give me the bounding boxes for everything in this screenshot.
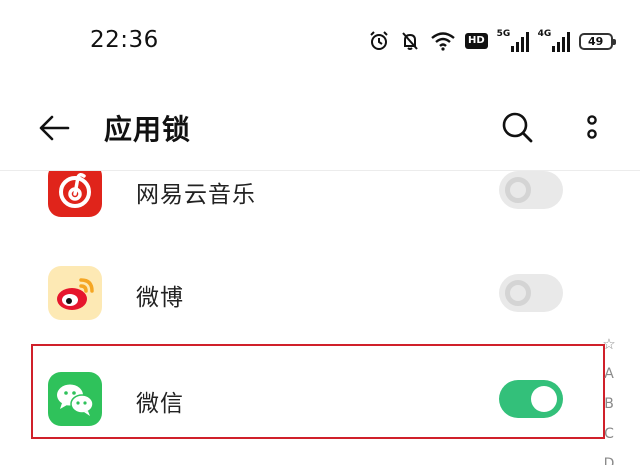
wechat-icon [48,372,102,426]
more-vertical-icon [587,115,597,139]
page-title: 应用锁 [104,113,192,146]
bell-muted-icon [399,30,421,52]
list-item-weibo[interactable]: 微博 [0,240,600,346]
status-icons: HD 5G 4G 49 [368,28,616,54]
alphabet-index[interactable]: ☆ A B C D [598,329,620,465]
list-item-netease-music[interactable]: 网易云音乐 [0,171,600,243]
status-time: 22:36 [90,27,159,53]
search-icon [502,112,533,143]
hd-voice-badge: HD [465,33,488,49]
signal-4g-label: 4G [537,29,552,39]
index-letter-a[interactable]: A [598,359,620,389]
back-arrow-icon [39,115,70,141]
toggle-knob [531,386,557,412]
toggle-knob [505,177,531,203]
app-list: 网易云音乐 微博 微信 [0,171,600,465]
lock-toggle[interactable] [499,274,563,312]
index-letter-d[interactable]: D [598,449,620,465]
weibo-icon [48,266,102,320]
toggle-knob [505,280,531,306]
alarm-clock-icon [368,30,390,52]
netease-music-icon [48,171,102,217]
lock-toggle[interactable] [499,380,563,418]
app-name: 微信 [136,391,184,417]
lock-toggle[interactable] [499,171,563,209]
battery-icon: 49 [578,32,616,50]
back-button[interactable] [36,108,76,148]
signal-5g-icon: 5G [496,29,529,52]
title-bar: 应用锁 [0,82,640,172]
list-item-wechat[interactable]: 微信 [0,346,600,452]
wifi-icon [430,31,456,51]
index-star[interactable]: ☆ [598,329,620,359]
status-bar: 22:36 HD 5G 4G 49 [0,0,640,82]
app-name: 网易云音乐 [136,182,256,208]
signal-5g-label: 5G [496,29,511,39]
index-letter-b[interactable]: B [598,389,620,419]
signal-4g-icon: 4G [537,29,570,52]
index-letter-c[interactable]: C [598,419,620,449]
app-name: 微博 [136,285,184,311]
more-options-button[interactable] [578,110,606,150]
search-button[interactable] [498,108,538,148]
battery-level: 49 [588,34,604,48]
